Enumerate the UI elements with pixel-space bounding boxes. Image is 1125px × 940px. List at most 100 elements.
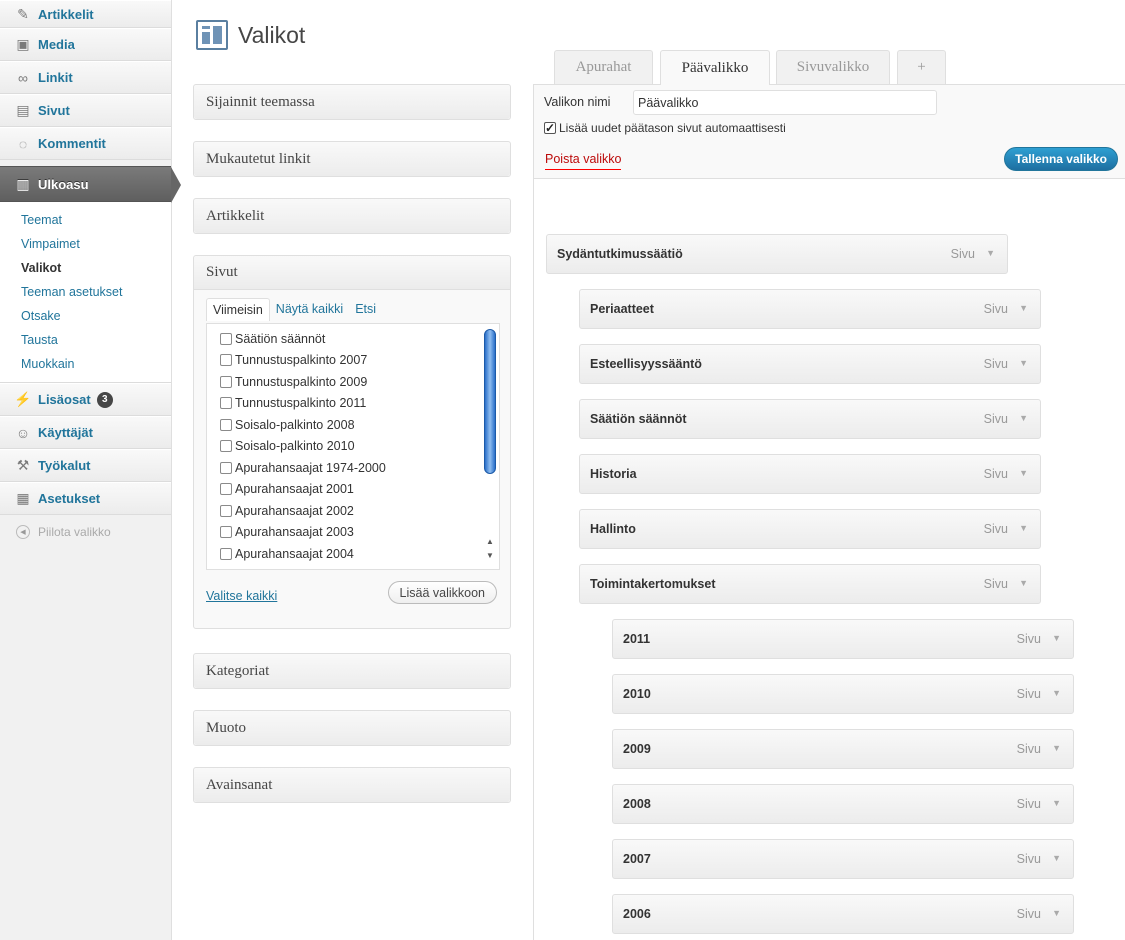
metabox-title[interactable]: Avainsanat (194, 768, 510, 802)
delete-menu-link[interactable]: Poista valikko (545, 152, 622, 170)
expand-arrow-icon[interactable]: ▼ (1019, 303, 1028, 313)
pages-scrollbar[interactable]: ▲ ▼ (483, 327, 497, 567)
page-checkbox-row[interactable]: Tunnustuspalkinto 2011 (220, 393, 499, 415)
menu-media[interactable]: ▣ Media (0, 28, 171, 61)
page-checkbox-row[interactable]: Apurahansaajat 2001 (220, 479, 499, 501)
add-to-menu-button[interactable]: Lisää valikkoon (387, 581, 497, 604)
expand-arrow-icon[interactable]: ▼ (1019, 523, 1028, 533)
submenu-valikot[interactable]: Valikot (0, 256, 171, 280)
menu-artikkelit[interactable]: ✎ Artikkelit (0, 0, 171, 28)
menu-tab-paavalikko[interactable]: Päävalikko (660, 50, 770, 85)
page-checkbox[interactable] (220, 354, 232, 367)
expand-arrow-icon[interactable]: ▼ (1019, 413, 1028, 423)
scrollbar-thumb[interactable] (484, 329, 496, 474)
expand-arrow-icon[interactable]: ▼ (1052, 743, 1061, 753)
menu-item[interactable]: 2007 Sivu ▼ (612, 839, 1074, 879)
metabox-title[interactable]: Mukautetut linkit (194, 142, 510, 176)
submenu-tausta[interactable]: Tausta (0, 328, 171, 352)
expand-arrow-icon[interactable]: ▼ (1052, 853, 1061, 863)
menu-tab-apurahat[interactable]: Apurahat (554, 50, 653, 84)
menu-item[interactable]: 2011 Sivu ▼ (612, 619, 1074, 659)
page-checkbox[interactable] (220, 440, 232, 453)
menu-ulkoasu[interactable]: ▥ Ulkoasu (0, 166, 181, 203)
menu-label: Ulkoasu (38, 176, 89, 192)
metabox-title[interactable]: Kategoriat (194, 654, 510, 688)
menu-item[interactable]: 2010 Sivu ▼ (612, 674, 1074, 714)
collapse-menu-button[interactable]: ◀ Piilota valikko (0, 515, 171, 549)
auto-add-checkbox[interactable]: ✓ (544, 122, 556, 134)
menu-lisaosat[interactable]: ⚡ Lisäosat 3 (0, 383, 171, 416)
menu-sivut[interactable]: ▤ Sivut (0, 94, 171, 127)
pages-checklist: Säätiön säännöt Tunnustuspalkinto 2007 Tun… (207, 324, 499, 565)
expand-arrow-icon[interactable]: ▼ (1019, 358, 1028, 368)
submenu-muokkain[interactable]: Muokkain (0, 352, 171, 376)
submenu-teeman-asetukset[interactable]: Teeman asetukset (0, 280, 171, 304)
page-checkbox-row[interactable]: Apurahansaajat 2003 (220, 522, 499, 544)
menu-item[interactable]: Sydäntutkimussäätiö Sivu ▼ (546, 234, 1008, 274)
auto-add-pages-option[interactable]: ✓ Lisää uudet päätason sivut automaattis… (544, 121, 786, 135)
menu-item[interactable]: Säätiön säännöt Sivu ▼ (579, 399, 1041, 439)
menu-tyokalut[interactable]: ⚒ Työkalut (0, 449, 171, 482)
metabox-mukautetut-linkit[interactable]: Mukautetut linkit (193, 141, 511, 177)
page-checkbox[interactable] (220, 418, 232, 431)
scroll-down-arrow-icon[interactable]: ▼ (485, 551, 495, 560)
menu-kayttajat[interactable]: ☺ Käyttäjät (0, 416, 171, 449)
metabox-avainsanat[interactable]: Avainsanat (193, 767, 511, 803)
page-checkbox-row[interactable]: Tunnustuspalkinto 2007 (220, 350, 499, 372)
menu-item[interactable]: Toimintakertomukset Sivu ▼ (579, 564, 1041, 604)
menu-item[interactable]: 2006 Sivu ▼ (612, 894, 1074, 934)
submenu-vimpaimet[interactable]: Vimpaimet (0, 232, 171, 256)
menu-item[interactable]: 2009 Sivu ▼ (612, 729, 1074, 769)
expand-arrow-icon[interactable]: ▼ (1052, 798, 1061, 808)
submenu-otsake[interactable]: Otsake (0, 304, 171, 328)
menu-asetukset[interactable]: ▦ Asetukset (0, 482, 171, 515)
pages-tabs: Viimeisin Näytä kaikki Etsi (206, 298, 382, 321)
page-checkbox[interactable] (220, 461, 232, 474)
expand-arrow-icon[interactable]: ▼ (1052, 633, 1061, 643)
metabox-title[interactable]: Artikkelit (194, 199, 510, 233)
expand-arrow-icon[interactable]: ▼ (1019, 578, 1028, 588)
page-checkbox-row[interactable]: Apurahansaajat 1974-2000 (220, 457, 499, 479)
page-checkbox-row[interactable]: Soisalo-palkinto 2008 (220, 414, 499, 436)
metabox-artikkelit[interactable]: Artikkelit (193, 198, 511, 234)
menu-linkit[interactable]: ∞ Linkit (0, 61, 171, 94)
metabox-title[interactable]: Muoto (194, 711, 510, 745)
page-checkbox[interactable] (220, 397, 232, 410)
submenu-teemat[interactable]: Teemat (0, 208, 171, 232)
metabox-title[interactable]: Sijainnit teemassa (194, 85, 510, 119)
tab-viimeisin[interactable]: Viimeisin (206, 298, 270, 321)
select-all-link[interactable]: Valitse kaikki (206, 589, 277, 603)
scroll-up-arrow-icon[interactable]: ▲ (485, 537, 495, 546)
menu-item[interactable]: Historia Sivu ▼ (579, 454, 1041, 494)
expand-arrow-icon[interactable]: ▼ (1052, 908, 1061, 918)
page-checkbox[interactable] (220, 483, 232, 496)
page-checkbox-row[interactable]: Soisalo-palkinto 2010 (220, 436, 499, 458)
expand-arrow-icon[interactable]: ▼ (1019, 468, 1028, 478)
tab-nayta-kaikki[interactable]: Näytä kaikki (270, 298, 349, 321)
menu-item[interactable]: Esteellisyyssääntö Sivu ▼ (579, 344, 1041, 384)
page-checkbox-row[interactable]: Apurahansaajat 2002 (220, 500, 499, 522)
page-checkbox[interactable] (220, 375, 232, 388)
menu-item[interactable]: Hallinto Sivu ▼ (579, 509, 1041, 549)
page-checkbox[interactable] (220, 332, 232, 345)
metabox-kategoriat[interactable]: Kategoriat (193, 653, 511, 689)
menu-item[interactable]: 2008 Sivu ▼ (612, 784, 1074, 824)
metabox-title[interactable]: Sivut (194, 256, 510, 290)
expand-arrow-icon[interactable]: ▼ (1052, 688, 1061, 698)
menu-name-input[interactable] (633, 90, 937, 115)
tab-etsi[interactable]: Etsi (349, 298, 382, 321)
save-menu-button[interactable]: Tallenna valikko (1004, 147, 1118, 171)
expand-arrow-icon[interactable]: ▼ (986, 248, 995, 258)
page-checkbox-row[interactable]: Tunnustuspalkinto 2009 (220, 371, 499, 393)
page-checkbox[interactable] (220, 526, 232, 539)
menu-item[interactable]: Periaatteet Sivu ▼ (579, 289, 1041, 329)
page-checkbox-row[interactable]: Säätiön säännöt (220, 328, 499, 350)
add-menu-tab[interactable]: + (897, 50, 946, 84)
metabox-muoto[interactable]: Muoto (193, 710, 511, 746)
menu-tab-sivuvalikko[interactable]: Sivuvalikko (776, 50, 890, 84)
page-checkbox-row[interactable]: Apurahansaajat 2004 (220, 543, 499, 565)
metabox-sijainnit[interactable]: Sijainnit teemassa (193, 84, 511, 120)
page-checkbox[interactable] (220, 547, 232, 560)
page-checkbox[interactable] (220, 504, 232, 517)
menu-kommentit[interactable]: ◌ Kommentit (0, 127, 171, 160)
